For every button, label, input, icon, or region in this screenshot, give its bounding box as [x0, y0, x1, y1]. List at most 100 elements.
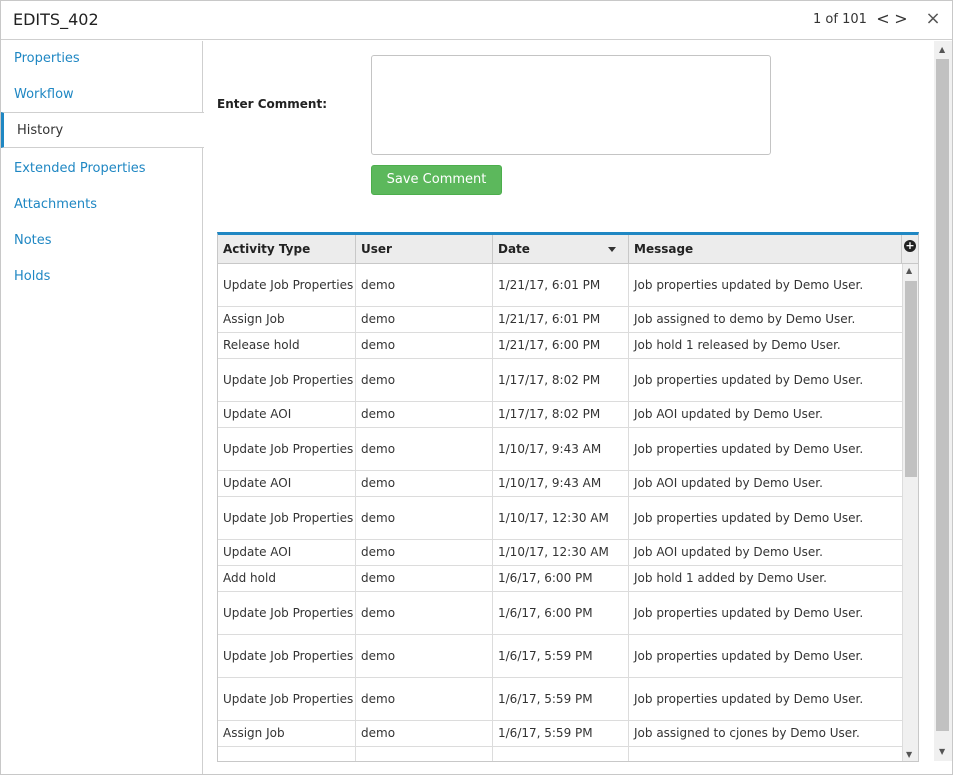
message-cell: Job AOI updated by Demo User. [634, 407, 823, 421]
table-row[interactable]: Assign Job demo 1/21/17, 6:01 PM Job assign… [218, 307, 902, 333]
activity-type-cell: Update Job Properties [218, 592, 356, 634]
user-cell: demo [356, 592, 493, 634]
message-cell: Job properties updated by Demo User. [634, 605, 864, 620]
table-row[interactable]: Release hold demo 1/21/17, 6:00 PM Job hold… [218, 333, 902, 359]
table-scrollbar-thumb[interactable] [905, 281, 917, 477]
activity-type-cell: Update Job Properties [218, 747, 356, 761]
message-cell: Job assigned to demo by Demo User. [634, 312, 856, 326]
table-row[interactable]: Assign Job demo 1/6/17, 5:59 PM Job assigne… [218, 721, 902, 747]
activity-type-cell: Release hold [218, 333, 356, 358]
sidebar-item-workflow[interactable]: Workflow [1, 77, 203, 113]
table-row[interactable]: Update Job Properties [218, 747, 902, 761]
table-row[interactable]: Update Job Properties demo 1/10/17, 12:30 … [218, 497, 902, 540]
date-cell: 1/6/17, 6:00 PM [493, 566, 629, 591]
user-cell: demo [356, 471, 493, 496]
activity-type-cell: Update Job Properties [218, 635, 356, 677]
table-row[interactable]: Update AOI demo 1/10/17, 9:43 AM Job AOI up… [218, 471, 902, 497]
table-header: Activity Type User Date Message + [218, 235, 918, 264]
date-cell: 1/10/17, 12:30 AM [493, 497, 629, 539]
sidebar-item-attachments[interactable]: Attachments [1, 187, 203, 223]
message-cell: Job AOI updated by Demo User. [634, 545, 823, 559]
table-row[interactable]: Update Job Properties demo 1/17/17, 8:02 P… [218, 359, 902, 402]
date-cell: 1/21/17, 6:01 PM [493, 307, 629, 332]
date-cell: 1/6/17, 5:59 PM [493, 678, 629, 720]
table-row[interactable]: Update Job Properties demo 1/6/17, 5:59 PM… [218, 635, 902, 678]
save-comment-button[interactable]: Save Comment [371, 165, 502, 195]
message-cell: Job properties updated by Demo User. [634, 277, 864, 292]
user-cell: demo [356, 678, 493, 720]
table-row[interactable]: Update Job Properties demo 1/6/17, 5:59 PM… [218, 678, 902, 721]
pager-count: 1 of 101 [813, 12, 867, 27]
table-row[interactable]: Add hold demo 1/6/17, 6:00 PM Job hold 1 ad… [218, 566, 902, 592]
activity-type-cell: Assign Job [218, 307, 356, 332]
date-cell [493, 747, 629, 761]
date-cell: 1/6/17, 5:59 PM [493, 635, 629, 677]
message-cell: Job properties updated by Demo User. [634, 691, 864, 706]
sort-descending-icon [608, 247, 616, 252]
window-title: EDITS_402 [13, 10, 99, 29]
table-row[interactable]: Update AOI demo 1/10/17, 12:30 AM Job AOI u… [218, 540, 902, 566]
title-bar: EDITS_402 1 of 101 < > × [1, 1, 952, 40]
date-cell: 1/6/17, 6:00 PM [493, 592, 629, 634]
user-cell: demo [356, 566, 493, 591]
activity-type-cell: Update Job Properties [218, 359, 356, 401]
date-cell: 1/17/17, 8:02 PM [493, 359, 629, 401]
next-record-button[interactable]: > [892, 9, 910, 29]
user-cell: demo [356, 307, 493, 332]
message-cell: Job hold 1 added by Demo User. [634, 571, 827, 585]
panel-scrollbar[interactable]: ▲ ▼ [934, 41, 952, 761]
activity-type-cell: Assign Job [218, 721, 356, 746]
scroll-down-icon[interactable]: ▼ [906, 750, 912, 759]
table-body: Update Job Properties demo 1/21/17, 6:01 P… [218, 264, 902, 761]
sidebar-item-holds[interactable]: Holds [1, 259, 203, 295]
message-cell: Job properties updated by Demo User. [634, 648, 864, 663]
activity-type-cell: Add hold [218, 566, 356, 591]
comment-label: Enter Comment: [217, 97, 327, 111]
scroll-up-icon[interactable]: ▲ [906, 266, 912, 275]
table-row[interactable]: Update Job Properties demo 1/21/17, 6:01 P… [218, 264, 902, 307]
message-cell [629, 747, 902, 761]
history-panel: Enter Comment: Save Comment Activity Typ… [203, 41, 934, 774]
message-cell: Job AOI updated by Demo User. [634, 476, 823, 490]
sidebar: Properties Workflow History Extended Pro… [1, 41, 204, 774]
comment-input[interactable] [371, 55, 771, 155]
message-cell: Job properties updated by Demo User. [634, 372, 864, 387]
user-cell: demo [356, 540, 493, 565]
activity-type-cell: Update Job Properties [218, 428, 356, 470]
panel-scrollbar-thumb[interactable] [936, 59, 949, 731]
table-row[interactable]: Update Job Properties demo 1/10/17, 9:43 A… [218, 428, 902, 471]
user-cell: demo [356, 635, 493, 677]
user-cell: demo [356, 359, 493, 401]
history-table: Activity Type User Date Message + Update… [217, 232, 919, 762]
activity-type-cell: Update Job Properties [218, 497, 356, 539]
sidebar-item-notes[interactable]: Notes [1, 223, 203, 259]
user-cell [356, 747, 493, 761]
previous-record-button[interactable]: < [874, 9, 892, 29]
date-cell: 1/17/17, 8:02 PM [493, 402, 629, 427]
sidebar-item-properties[interactable]: Properties [1, 41, 203, 77]
panel-scroll-down-icon[interactable]: ▼ [939, 747, 945, 756]
table-row[interactable]: Update AOI demo 1/17/17, 8:02 PM Job AOI up… [218, 402, 902, 428]
close-icon[interactable]: × [923, 9, 943, 29]
activity-type-cell: Update Job Properties [218, 264, 356, 306]
column-chooser-plus-icon[interactable]: + [904, 240, 916, 252]
table-row[interactable]: Update Job Properties demo 1/6/17, 6:00 PM… [218, 592, 902, 635]
date-cell: 1/10/17, 12:30 AM [493, 540, 629, 565]
activity-type-cell: Update AOI [218, 540, 356, 565]
activity-type-cell: Update AOI [218, 471, 356, 496]
date-cell: 1/6/17, 5:59 PM [493, 721, 629, 746]
message-cell: Job hold 1 released by Demo User. [634, 338, 841, 352]
sidebar-item-history[interactable]: History [1, 112, 204, 148]
column-header-message[interactable]: Message [629, 235, 902, 264]
date-cell: 1/10/17, 9:43 AM [493, 428, 629, 470]
user-cell: demo [356, 402, 493, 427]
sidebar-item-extended-properties[interactable]: Extended Properties [1, 151, 203, 187]
column-header-user[interactable]: User [356, 235, 493, 264]
activity-type-cell: Update AOI [218, 402, 356, 427]
table-scrollbar[interactable]: ▲ ▼ [902, 264, 918, 761]
user-cell: demo [356, 264, 493, 306]
job-detail-window: EDITS_402 1 of 101 < > × Properties Work… [0, 0, 953, 775]
date-cell: 1/21/17, 6:01 PM [493, 264, 629, 306]
panel-scroll-up-icon[interactable]: ▲ [939, 45, 945, 54]
column-header-activity-type[interactable]: Activity Type [218, 235, 356, 264]
